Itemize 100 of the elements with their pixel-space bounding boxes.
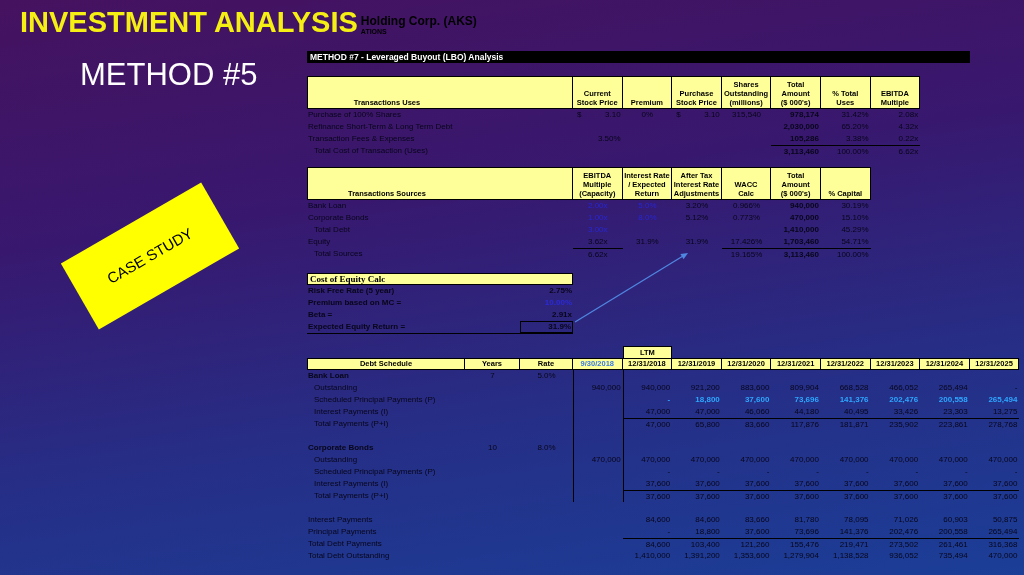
table-cell-text: 5.12% [684,212,710,224]
company-name: Holding Corp. (AKS) [360,14,477,28]
table-cell-text: 31.9% [635,236,660,248]
table-cell-text: - [666,526,672,538]
row-label: Premium based on MC = [307,297,403,309]
row-label: Beta = [307,309,334,321]
row-label: Bank Loan [307,200,348,212]
row-label: Total Debt Payments [307,538,383,550]
table-cell: 3,113,460 [771,145,821,157]
row-label: Interest Payments (I) [313,478,390,490]
table-title: Cost of Equity Calc [307,273,573,285]
slide-subtitle: METHOD #5 [80,57,258,93]
table-cell: 37,600 [870,490,921,502]
table-cell-text: 936,052 [888,550,920,562]
row-label: Scheduled Principal Payments (P) [313,394,437,406]
table-cell-text: - [964,466,969,478]
table-cell: 470,000 [622,454,673,466]
table-cell-text: 3.20% [684,200,710,212]
table-cell-text: 37,600 [991,478,1019,490]
row-label: Transaction Fees & Expenses [307,133,416,145]
table-cell-text: 1,353,600 [732,550,771,562]
table-cell: 6.62x [870,145,921,157]
table-cell: 84,600 [622,538,673,550]
table-cell-text: 470,000 [739,454,771,466]
table-cell: 19.165% [721,248,772,260]
table-cell-text: 265,494 [987,394,1019,406]
table-cell-text: 60,903 [942,514,969,526]
section-banner: METHOD #7 - Leveraged Buyout (LBO) Analysis [307,51,970,63]
table-cell-text: 2.75% [548,285,573,297]
table-cell-text: 73,696 [793,526,820,538]
table-cell-text: 809,904 [789,382,820,394]
row-label: Equity [307,236,332,248]
table-cell-text: 202,476 [888,394,920,406]
table-cell-text: 3.38% [844,133,870,145]
table-cell-text: 470,000 [789,454,820,466]
table-cell: 37,600 [771,490,821,502]
row-label: Principal Payments [307,526,378,538]
table-cell-text: 1.00x [587,212,609,224]
table-cell-text: 202,476 [888,526,920,538]
row-label: Risk Free Rate (5 year) [307,285,396,297]
table-cell-text: 466,052 [888,382,920,394]
table-cell-text: - [716,466,721,478]
table-cell-text: 141,376 [838,526,870,538]
table-cell-text: 2.00x [587,200,609,212]
table-cell: 6.62x [573,248,623,260]
table-cell-text: 5.0% [536,370,557,382]
table-cell-text: 71,026 [892,514,920,526]
table-cell-text: 141,376 [838,394,870,406]
table-cell-text: 46,060 [743,406,771,418]
row-label: Total Debt Outstanding [307,550,391,562]
table-cell-text: 37,600 [892,478,920,490]
row-label: Outstanding [313,454,359,466]
table-cell-text: 37,600 [743,394,771,406]
table-cell: 155,476 [771,538,821,550]
table-cell-text: 23,303 [942,406,969,418]
table-cell-text: 0.966% [732,200,762,212]
table-cell-text: 13,275 [991,406,1019,418]
table-cell-text: 17.426% [729,236,764,248]
table-cell: 37,600 [672,490,722,502]
table-cell-text: 940,000 [789,200,820,212]
table-cell: 3.10 [704,109,720,121]
row-label: Total Cost of Transaction (Uses) [313,145,429,157]
section-label: Bank Loan [307,370,350,382]
table-cell-text: 45.29% [840,224,870,236]
table-cell-text: 10.00% [543,297,573,309]
table-cell: 223,861 [920,418,970,430]
table-cell-text: 735,494 [937,550,969,562]
table-cell: 235,902 [870,418,921,430]
currency-symbol: $ [577,109,582,121]
row-label: Total Payments (P+I) [313,418,390,430]
table-cell-text: 84,600 [644,514,672,526]
table-cell-text: - [815,466,820,478]
currency-symbol: $ [676,109,681,121]
table-cell-text: 65.20% [840,121,870,133]
table-cell-text: 8.0% [536,442,557,454]
table-cell-text: 0.22x [897,133,920,145]
table-cell-text: 2.08x [897,109,920,121]
table-cell-text: 315,540 [731,109,763,121]
row-label: Purchase of 100% Shares [307,109,402,121]
table-cell-text: 2.91x [550,309,573,321]
table-cell: 316,368 [969,538,1020,550]
row-label: Total Sources [313,248,364,260]
table-cell: 940,000 [622,382,673,394]
table-cell-text: 3.00x [587,224,609,236]
table-cell: 278,768 [969,418,1020,430]
table-cell-text: 44,180 [793,406,820,418]
table-cell-text: 265,494 [937,382,969,394]
row-label: Outstanding [313,382,359,394]
table-cell-text: 1,391,200 [683,550,721,562]
table-cell: 219,471 [820,538,871,550]
table-cell-text: 2,030,000 [782,121,820,133]
table-cell-text: 470,000 [838,454,870,466]
slide-title: INVESTMENT ANALYSIS [20,5,358,39]
table-cell-text: 37,600 [793,478,820,490]
table-cell-text: 978,174 [789,109,820,121]
table-cell-text: 883,600 [739,382,771,394]
table-cell-text: 47,000 [694,406,721,418]
table-cell: 31.9% [520,321,573,333]
table-cell: 103,400 [672,538,722,550]
table-cell-text: 921,200 [689,382,721,394]
